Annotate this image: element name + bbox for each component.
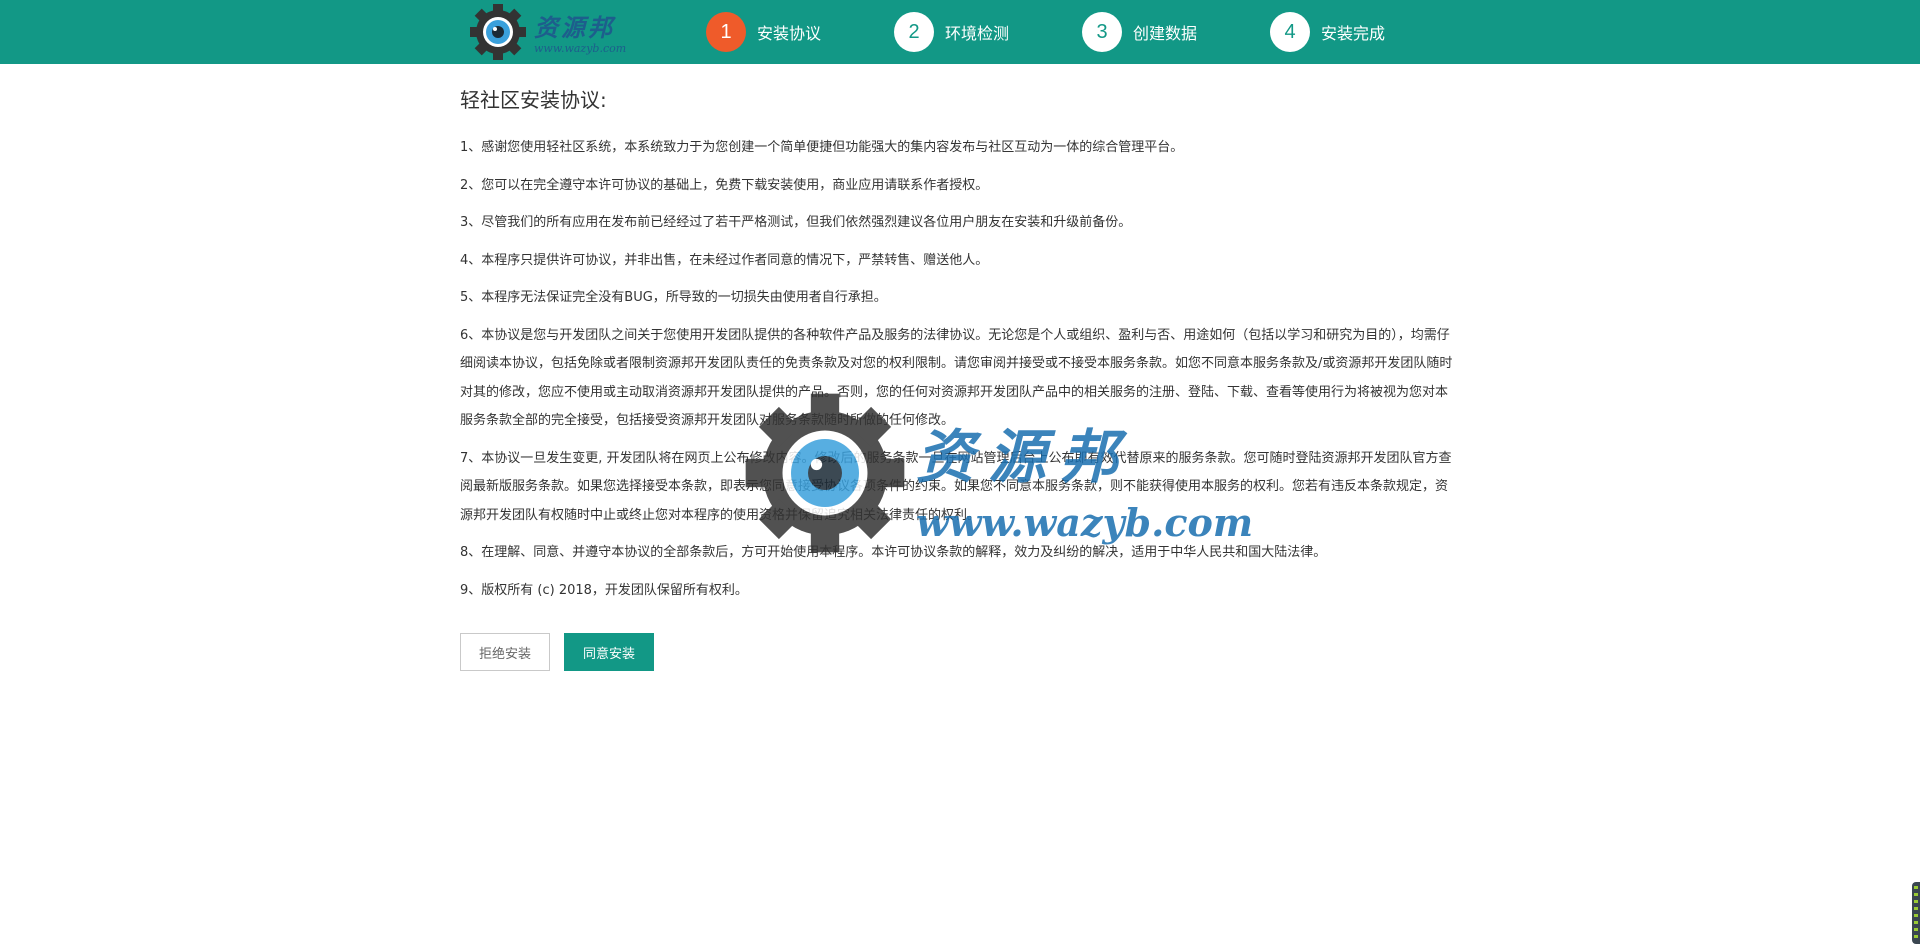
agreement-clause: 1、感谢您使用轻社区系统，本系统致力于为您创建一个简单便捷但功能强大的集内容发布…: [460, 140, 1184, 155]
agreement-clause: 5、本程序无法保证完全没有BUG，所导致的一切损失由使用者自行承担。: [460, 290, 887, 305]
step-number: 3: [1082, 12, 1122, 52]
accept-install-button[interactable]: 同意安装: [564, 633, 655, 671]
step-install-complete: 4 安装完成: [1270, 12, 1385, 52]
step-create-data: 3 创建数据: [1082, 12, 1197, 52]
agreement-clause: 6、本协议是您与开发团队之间关于您使用开发团队提供的各种软件产品及服务的法律协议…: [460, 327, 1453, 429]
agreement-clause: 3、尽管我们的所有应用在发布前已经经过了若干严格测试，但我们依然强烈建议各位用户…: [460, 215, 1132, 230]
agreement-clause: 8、在理解、同意、并遵守本协议的全部条款后，方可开始使用本程序。本许可协议条款的…: [460, 545, 1327, 560]
step-number: 1: [706, 12, 746, 52]
step-label: 安装完成: [1321, 24, 1386, 43]
logo-text: 资源邦: [534, 13, 615, 42]
install-header: 资源邦 www.wazyb.com 1 安装协议 2 环境检测 3 创建数据 4…: [0, 0, 1920, 64]
gear-logo-icon: [470, 4, 526, 60]
page-title: 轻社区安装协议:: [460, 88, 607, 112]
side-widget[interactable]: [1912, 882, 1920, 944]
site-logo: 资源邦 www.wazyb.com: [468, 2, 638, 62]
agreement-clause: 4、本程序只提供许可协议，并非出售，在未经过作者同意的情况下，严禁转售、赠送他人…: [460, 252, 989, 268]
step-label: 安装协议: [757, 24, 822, 43]
step-label: 创建数据: [1133, 24, 1198, 43]
logo-url: www.wazyb.com: [534, 42, 627, 55]
step-label: 环境检测: [945, 24, 1010, 43]
agreement-clause: 2、您可以在完全遵守本许可协议的基础上，免费下载安装使用，商业应用请联系作者授权…: [460, 177, 989, 193]
agreement-clause: 7、本协议一旦发生变更, 开发团队将在网页上公布修改内容。修改后的服务条款一旦在…: [460, 450, 1452, 523]
step-agreement: 1 安装协议: [706, 12, 821, 52]
reject-install-button[interactable]: 拒绝安装: [460, 633, 551, 671]
step-number: 4: [1270, 12, 1310, 52]
step-number: 2: [894, 12, 934, 52]
agreement-clause: 9、版权所有 (c) 2018，开发团队保留所有权利。: [460, 582, 748, 598]
step-environment-check: 2 环境检测: [894, 12, 1009, 52]
agreement-content: 轻社区安装协议: 1、感谢您使用轻社区系统，本系统致力于为您创建一个简单便捷但功…: [460, 80, 1460, 614]
